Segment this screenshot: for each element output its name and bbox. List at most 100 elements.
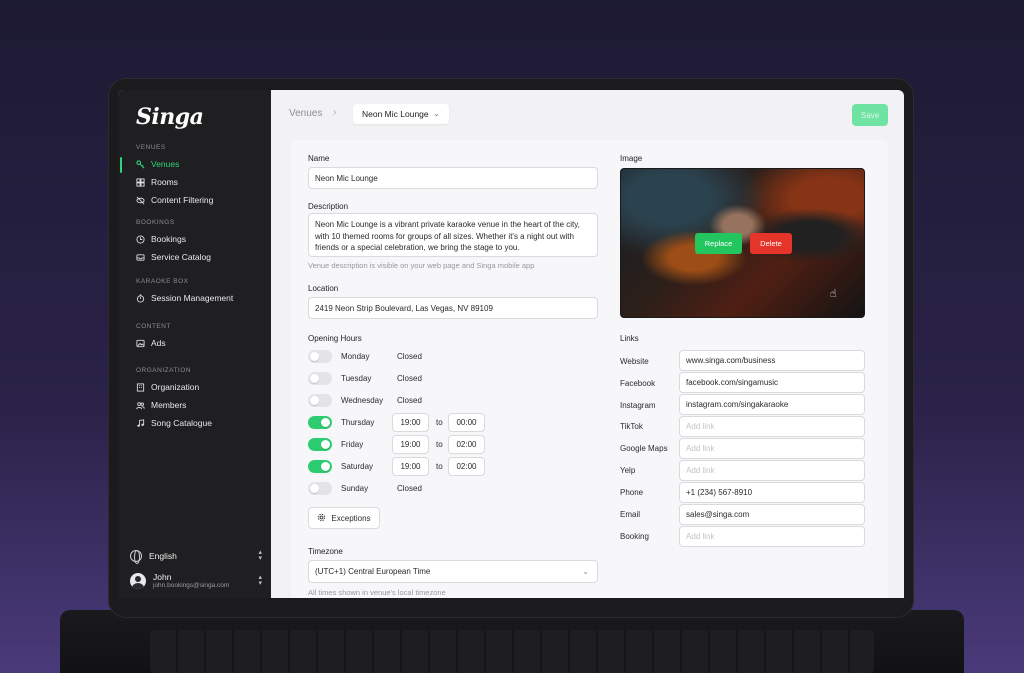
music-icon [136, 418, 145, 428]
venue-select[interactable]: Neon Mic Lounge ⌄ [353, 104, 449, 124]
toggle-friday[interactable] [308, 438, 332, 451]
user-menu[interactable]: John john.bookings@singa.com ▴ ▾ [130, 572, 262, 589]
key-icon [136, 159, 145, 169]
toggle-saturday[interactable] [308, 460, 332, 473]
sidebar-item-label: Session Management [151, 293, 234, 303]
day-tuesday: Tuesday [341, 374, 372, 383]
link-input-instagram[interactable]: instagram.com/singakaraoke [679, 394, 865, 415]
toggle-thursday[interactable] [308, 416, 332, 429]
link-input-tiktok[interactable]: Add link [679, 416, 865, 437]
description-label: Description [308, 202, 349, 211]
location-input[interactable]: 2419 Neon Strip Boulevard, Las Vegas, NV… [308, 297, 598, 319]
link-label-tiktok: TikTok [620, 422, 643, 431]
timezone-value: (UTC+1) Central European Time [315, 567, 431, 576]
nav-section-bookings: BOOKINGS [136, 219, 175, 226]
status-sunday: Closed [397, 484, 422, 493]
save-button[interactable]: Save [852, 104, 888, 126]
gear-icon [317, 513, 326, 524]
timezone-select[interactable]: (UTC+1) Central European Time ⌄ [308, 560, 598, 583]
sidebar-item-content-filtering[interactable]: Content Filtering [136, 193, 213, 207]
sidebar-item-venues[interactable]: Venues [136, 157, 179, 171]
day-wednesday: Wednesday [341, 396, 384, 405]
link-input-facebook[interactable]: facebook.com/singamusic [679, 372, 865, 393]
link-input-email[interactable]: sales@singa.com [679, 504, 865, 525]
chevron-down-icon: ⌄ [433, 111, 440, 118]
timer-icon [136, 293, 145, 303]
link-input-website[interactable]: www.singa.com/business [679, 350, 865, 371]
sidebar-item-ads[interactable]: Ads [136, 336, 166, 350]
description-textarea[interactable]: Neon Mic Lounge is a vibrant private kar… [308, 213, 598, 257]
sidebar-item-organization[interactable]: Organization [136, 380, 199, 394]
time-to-saturday[interactable]: 02:00 [448, 457, 485, 476]
link-label-yelp: Yelp [620, 466, 636, 475]
link-input-booking[interactable]: Add link [679, 526, 865, 547]
clock-icon [136, 234, 145, 244]
sidebar-item-label: Members [151, 400, 187, 410]
opening-hours-label: Opening Hours [308, 334, 362, 343]
time-from-thursday[interactable]: 19:00 [392, 413, 429, 432]
nav-section-venues: VENUES [136, 144, 166, 151]
sidebar-item-members[interactable]: Members [136, 398, 186, 412]
link-input-yelp[interactable]: Add link [679, 460, 865, 481]
status-tuesday: Closed [397, 374, 422, 383]
replace-image-button[interactable]: Replace [695, 233, 742, 254]
sidebar-item-bookings[interactable]: Bookings [136, 232, 186, 246]
toggle-tuesday[interactable] [308, 372, 332, 385]
sidebar: Singa VENUES Venues Rooms Content Filter… [118, 90, 271, 598]
hand-cursor-icon: ☝ [830, 288, 837, 300]
exceptions-button[interactable]: Exceptions [308, 507, 380, 529]
users-icon [136, 401, 145, 410]
venue-form-card: Name Neon Mic Lounge Description Neon Mi… [291, 140, 888, 598]
breadcrumb-venues[interactable]: Venues [289, 108, 322, 119]
link-input-phone[interactable]: +1 (234) 567-8910 [679, 482, 865, 503]
day-friday: Friday [341, 440, 364, 449]
link-label-google-maps: Google Maps [620, 444, 668, 453]
image-icon [136, 339, 145, 348]
to-label: to [436, 418, 443, 427]
grid-icon [136, 177, 145, 187]
avatar [130, 572, 146, 589]
delete-image-button[interactable]: Delete [750, 233, 792, 254]
venue-image[interactable]: Replace Delete ☝ [620, 168, 865, 318]
toggle-sunday[interactable] [308, 482, 332, 495]
active-indicator [120, 157, 122, 173]
time-from-saturday[interactable]: 19:00 [392, 457, 429, 476]
sidebar-item-song-catalogue[interactable]: Song Catalogue [136, 416, 212, 430]
sidebar-item-label: Bookings [151, 234, 186, 244]
link-label-instagram: Instagram [620, 401, 656, 410]
sidebar-item-label: Service Catalog [151, 252, 212, 262]
to-label: to [436, 440, 443, 449]
name-input[interactable]: Neon Mic Lounge [308, 167, 598, 189]
singa-logo[interactable]: Singa [136, 104, 204, 130]
sidebar-item-label: Ads [151, 338, 166, 348]
image-label: Image [620, 154, 643, 163]
sidebar-item-session-management[interactable]: Session Management [136, 291, 233, 305]
topbar: Venues › Neon Mic Lounge ⌄ Save [271, 90, 904, 138]
time-to-friday[interactable]: 02:00 [448, 435, 485, 454]
timezone-label: Timezone [308, 547, 343, 556]
sidebar-item-label: Rooms [151, 177, 178, 187]
location-label: Location [308, 284, 339, 293]
sidebar-item-label: Organization [151, 382, 200, 392]
link-label-phone: Phone [620, 488, 644, 497]
sidebar-item-label: Venues [151, 159, 180, 169]
sidebar-item-rooms[interactable]: Rooms [136, 175, 178, 189]
toggle-monday[interactable] [308, 350, 332, 363]
link-label-website: Website [620, 357, 649, 366]
link-input-google-maps[interactable]: Add link [679, 438, 865, 459]
venue-select-label: Neon Mic Lounge [362, 109, 429, 119]
time-from-friday[interactable]: 19:00 [392, 435, 429, 454]
breadcrumb-separator: › [333, 107, 337, 118]
description-hint: Venue description is visible on your web… [308, 261, 535, 270]
sidebar-item-label: Song Catalogue [151, 418, 212, 428]
day-monday: Monday [341, 352, 370, 361]
language-selector[interactable]: English ▴ ▾ [130, 549, 262, 564]
sidebar-item-label: Content Filtering [151, 195, 214, 205]
day-saturday: Saturday [341, 462, 374, 471]
sidebar-item-service-catalog[interactable]: Service Catalog [136, 250, 211, 264]
toggle-wednesday[interactable] [308, 394, 332, 407]
tray-icon [136, 253, 145, 262]
link-label-facebook: Facebook [620, 379, 656, 388]
nav-section-karaoke-box: KARAOKE BOX [136, 278, 189, 285]
time-to-thursday[interactable]: 00:00 [448, 413, 485, 432]
